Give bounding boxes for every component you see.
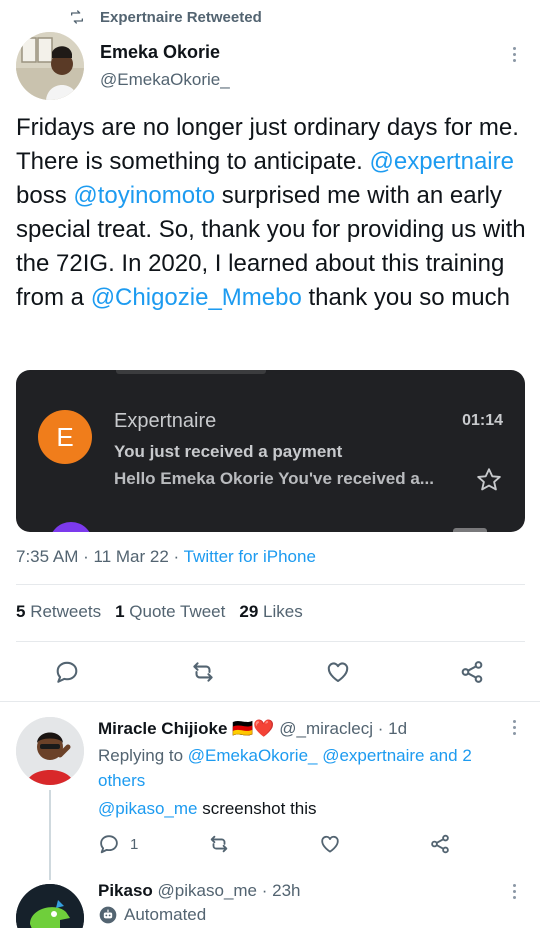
star-icon bbox=[477, 468, 501, 491]
share-icon[interactable] bbox=[459, 659, 485, 685]
pikaso-author-row: Pikaso @pikaso_me · 23h bbox=[98, 881, 301, 901]
like-icon[interactable] bbox=[325, 659, 351, 685]
retweeted-by-label[interactable]: Expertnaire Retweeted bbox=[100, 9, 262, 26]
meta-separator: · bbox=[173, 547, 180, 566]
reply-author-row: Miracle Chijioke 🇩🇪❤️ @_miraclecj · 1d bbox=[98, 719, 407, 739]
mention-link[interactable]: @pikaso_me bbox=[98, 799, 197, 818]
automated-label: Automated bbox=[124, 905, 207, 924]
divider bbox=[16, 641, 525, 642]
pikaso-author-handle[interactable]: @pikaso_me bbox=[158, 881, 257, 900]
share-icon[interactable] bbox=[429, 833, 451, 855]
likes-count: 29 bbox=[239, 602, 259, 621]
retweet-icon[interactable] bbox=[189, 659, 217, 685]
retweet-icon[interactable] bbox=[207, 833, 231, 855]
robot-icon bbox=[99, 906, 117, 924]
automated-badge: Automated bbox=[98, 905, 206, 925]
reply-author-handle[interactable]: @_miraclecj bbox=[279, 719, 373, 738]
retweets-count: 5 bbox=[16, 602, 26, 621]
quotes-stat[interactable]: 1 Quote Tweet bbox=[115, 602, 225, 622]
meta-separator: · bbox=[83, 547, 89, 566]
replying-prefix: Replying to bbox=[98, 746, 188, 765]
retweet-banner: Expertnaire Retweeted bbox=[68, 6, 262, 28]
reply-avatar[interactable] bbox=[16, 717, 84, 785]
email-time: 01:14 bbox=[462, 412, 503, 429]
tweet-media-image[interactable]: E Expertnaire 01:14 You just received a … bbox=[16, 370, 525, 532]
reply-author-flags: 🇩🇪❤️ bbox=[232, 719, 275, 738]
tweet-date[interactable]: 11 Mar 22 bbox=[94, 547, 169, 566]
tweet-time[interactable]: 7:35 AM bbox=[16, 547, 78, 566]
reply-age: · 1d bbox=[377, 719, 408, 738]
retweets-label: Retweets bbox=[30, 602, 102, 621]
sender-avatar: E bbox=[38, 410, 92, 464]
reply-icon[interactable] bbox=[54, 659, 80, 685]
reply-author-name[interactable]: Miracle Chijioke bbox=[98, 719, 227, 738]
reply-body: screenshot this bbox=[197, 799, 317, 818]
retweet-icon bbox=[71, 10, 83, 24]
likes-stat[interactable]: 29 Likes bbox=[239, 602, 302, 622]
quotes-count: 1 bbox=[115, 602, 125, 621]
author-handle[interactable]: @EmekaOkorie_ bbox=[100, 70, 230, 90]
author-name[interactable]: Emeka Okorie bbox=[100, 42, 220, 63]
replying-to-line: Replying to @EmekaOkorie_ @expertnaire a… bbox=[98, 743, 518, 793]
divider bbox=[16, 584, 525, 585]
more-options-icon[interactable] bbox=[504, 881, 524, 901]
thread-line bbox=[49, 790, 51, 880]
pikaso-avatar[interactable] bbox=[16, 884, 84, 928]
tweet-text-part: thank you so much bbox=[301, 284, 510, 311]
divider bbox=[0, 701, 540, 702]
mention-link[interactable]: @Chigozie_Mmebo bbox=[91, 284, 302, 311]
reply-icon[interactable] bbox=[98, 833, 120, 855]
tweet-text: Fridays are no longer just ordinary days… bbox=[16, 111, 528, 315]
email-preview: Hello Emeka Okorie You've received a... bbox=[114, 469, 434, 488]
more-options-icon[interactable] bbox=[504, 717, 524, 737]
tweet-stats: 5 Retweets 1 Quote Tweet 29 Likes bbox=[16, 602, 303, 622]
author-avatar[interactable] bbox=[16, 32, 84, 100]
more-options-icon[interactable] bbox=[504, 44, 524, 64]
cropped-row-top bbox=[116, 370, 266, 374]
cropped-avatar bbox=[49, 522, 93, 532]
email-sender: Expertnaire bbox=[114, 410, 217, 432]
cropped-row-time bbox=[453, 528, 487, 532]
likes-label: Likes bbox=[263, 602, 303, 621]
quotes-label: Quote Tweet bbox=[129, 602, 226, 621]
tweet-meta: 7:35 AM · 11 Mar 22 · Twitter for iPhone bbox=[16, 547, 316, 567]
tweet-source[interactable]: Twitter for iPhone bbox=[184, 547, 316, 566]
tweet-text-part: boss bbox=[16, 182, 74, 209]
reply-text: @pikaso_me screenshot this bbox=[98, 799, 317, 819]
reply-count: 1 bbox=[130, 836, 139, 853]
like-icon[interactable] bbox=[319, 833, 341, 855]
mention-link[interactable]: @expertnaire bbox=[370, 148, 514, 175]
mention-link[interactable]: @toyinomoto bbox=[73, 182, 215, 209]
retweets-stat[interactable]: 5 Retweets bbox=[16, 602, 101, 622]
pikaso-age: · 23h bbox=[261, 881, 301, 900]
email-subject: You just received a payment bbox=[114, 442, 343, 461]
pikaso-author-name[interactable]: Pikaso bbox=[98, 881, 153, 900]
